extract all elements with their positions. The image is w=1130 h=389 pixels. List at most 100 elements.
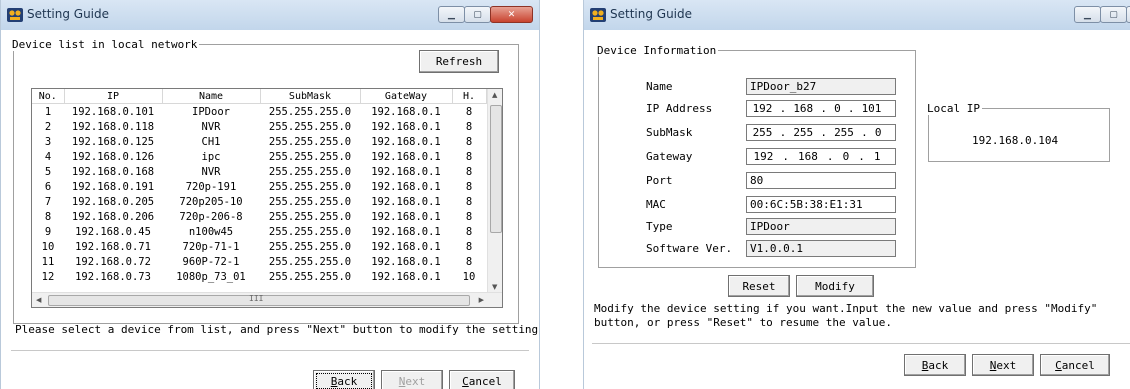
cell-no: 4 [44, 150, 52, 163]
table-row[interactable]: 5 192.168.0.168 NVR 255.255.255.0 192.168.0.… [32, 164, 486, 179]
cell-no: 11 [41, 255, 55, 268]
setting-guide-app-icon [7, 8, 23, 22]
cell-no: 5 [44, 165, 52, 178]
table-row[interactable]: 11 192.168.0.72 960P-72-1 255.255.255.0 192.… [32, 254, 486, 269]
table-row[interactable]: 1 192.168.0.101 IPDoor 255.255.255.0 192.168… [32, 104, 486, 120]
scroll-left-icon[interactable]: ◀ [36, 296, 41, 304]
cell-submask: 255.255.255.0 [268, 210, 352, 223]
separator [592, 343, 1130, 344]
submask-input[interactable]: 255. 255. 255. 0 [746, 124, 896, 141]
vertical-scrollbar[interactable]: ▲ ▼ [487, 89, 502, 293]
table-row[interactable]: 12 192.168.0.73 1080p_73_01 255.255.255.0 19… [32, 269, 486, 284]
table-row[interactable]: 4 192.168.0.126 ipc 255.255.255.0 192.168.0.… [32, 149, 486, 164]
ip-address-input[interactable]: 192. 168. 0. 101 [746, 100, 896, 117]
minimize-icon[interactable]: ▁ [438, 6, 465, 23]
column-header-ip[interactable]: IP [64, 89, 163, 104]
title-bar[interactable]: Setting Guide ▁ ▢ ✕ [584, 0, 1130, 30]
name-label: Name [646, 80, 673, 93]
cell-name: 960P-72-1 [182, 255, 240, 268]
table-row[interactable]: 2 192.168.0.118 NVR 255.255.255.0 192.168.0.… [32, 119, 486, 134]
column-header-submask[interactable]: SubMask [260, 89, 361, 104]
cell-name: 720p-191 [185, 180, 237, 193]
cell-h: 8 [465, 255, 473, 268]
modify-button[interactable]: Modify [796, 275, 874, 297]
cell-h: 8 [465, 165, 473, 178]
cell-gateway: 192.168.0.1 [371, 135, 441, 148]
column-header-no[interactable]: No. [32, 89, 65, 104]
port-input[interactable]: 80 [746, 172, 896, 189]
cell-submask: 255.255.255.0 [268, 150, 352, 163]
back-button[interactable]: Back [313, 370, 375, 389]
window-title: Setting Guide [27, 7, 110, 21]
cell-no: 2 [44, 120, 52, 133]
cell-ip: 192.168.0.168 [71, 165, 155, 178]
separator [11, 350, 529, 351]
cell-submask: 255.255.255.0 [268, 180, 352, 193]
cell-gateway: 192.168.0.1 [371, 255, 441, 268]
cell-name: 720p-71-1 [182, 240, 240, 253]
column-header-h[interactable]: H. [452, 89, 487, 104]
cell-no: 8 [44, 210, 52, 223]
table-row[interactable]: 8 192.168.0.206 720p-206-8 255.255.255.0 192… [32, 209, 486, 224]
cancel-button[interactable]: Cancel [449, 370, 515, 389]
table-row[interactable]: 10 192.168.0.71 720p-71-1 255.255.255.0 192.… [32, 239, 486, 254]
next-button[interactable]: Next [381, 370, 443, 389]
window-client: Device Information Name IPDoor_b27 IP Ad… [584, 30, 1130, 389]
cell-name: 720p-206-8 [179, 210, 243, 223]
column-header-name[interactable]: Name [162, 89, 261, 104]
device-table: No. IP Name SubMask GateWay H. 1 192.168.… [32, 89, 487, 284]
maximize-icon[interactable]: ▢ [464, 6, 491, 23]
mac-input[interactable]: 00:6C:5B:38:E1:31 [746, 196, 896, 213]
close-icon[interactable]: ✕ [490, 6, 533, 23]
next-button[interactable]: Next [972, 354, 1034, 376]
close-icon[interactable]: ✕ [1126, 6, 1130, 23]
cell-ip: 192.168.0.126 [71, 150, 155, 163]
cell-ip: 192.168.0.206 [71, 210, 155, 223]
window-client: Device list in local network Refresh No.… [1, 30, 539, 389]
cell-gateway: 192.168.0.1 [371, 105, 441, 118]
cell-h: 8 [465, 135, 473, 148]
cell-h: 8 [465, 120, 473, 133]
table-header-row: No. IP Name SubMask GateWay H. [32, 89, 487, 104]
cell-gateway: 192.168.0.1 [371, 270, 441, 283]
gateway-input[interactable]: 192. 168. 0. 1 [746, 148, 896, 165]
type-field: IPDoor [746, 218, 896, 235]
cell-gateway: 192.168.0.1 [371, 225, 441, 238]
cell-h: 8 [465, 150, 473, 163]
refresh-button[interactable]: Refresh [419, 50, 499, 73]
scroll-down-icon[interactable]: ▼ [492, 283, 497, 291]
back-button[interactable]: Back [904, 354, 966, 376]
local-ip-group-label: Local IP [927, 102, 980, 115]
vertical-scroll-thumb[interactable] [490, 105, 502, 233]
cell-no: 3 [44, 135, 52, 148]
horizontal-scrollbar[interactable]: ◀ III ▶ [32, 292, 502, 307]
local-ip-value: 192.168.0.104 [972, 134, 1059, 147]
table-row[interactable]: 7 192.168.0.205 720p205-10 255.255.255.0 192… [32, 194, 486, 209]
type-label: Type [646, 220, 673, 233]
table-row[interactable]: 6 192.168.0.191 720p-191 255.255.255.0 192.1… [32, 179, 486, 194]
cell-submask: 255.255.255.0 [268, 105, 352, 118]
port-label: Port [646, 174, 673, 187]
minimize-icon[interactable]: ▁ [1074, 6, 1101, 23]
maximize-icon[interactable]: ▢ [1100, 6, 1127, 23]
mac-label: MAC [646, 198, 666, 211]
column-header-gateway[interactable]: GateWay [360, 89, 453, 104]
cell-ip: 192.168.0.45 [75, 225, 151, 238]
horizontal-scroll-thumb[interactable]: III [48, 294, 470, 306]
cell-ip: 192.168.0.73 [75, 270, 151, 283]
cell-gateway: 192.168.0.1 [371, 165, 441, 178]
instruction-line-1: Modify the device setting if you want.In… [594, 302, 1098, 315]
reset-button[interactable]: Reset [728, 275, 790, 297]
scroll-up-icon[interactable]: ▲ [492, 91, 497, 99]
cell-ip: 192.168.0.71 [75, 240, 151, 253]
title-bar[interactable]: Setting Guide ▁ ▢ ✕ [1, 0, 539, 30]
cell-h: 8 [465, 210, 473, 223]
scroll-grip: III [249, 294, 264, 303]
table-row[interactable]: 9 192.168.0.45 n100w45 255.255.255.0 192.168… [32, 224, 486, 239]
cancel-button[interactable]: Cancel [1040, 354, 1110, 376]
device-list[interactable]: No. IP Name SubMask GateWay H. 1 192.168.… [31, 88, 503, 308]
software-version-field: V1.0.0.1 [746, 240, 896, 257]
setting-guide-window-left: Setting Guide ▁ ▢ ✕ Device list in local… [0, 0, 540, 389]
table-row[interactable]: 3 192.168.0.125 CH1 255.255.255.0 192.168.0.… [32, 134, 486, 149]
scroll-right-icon[interactable]: ▶ [479, 296, 484, 304]
